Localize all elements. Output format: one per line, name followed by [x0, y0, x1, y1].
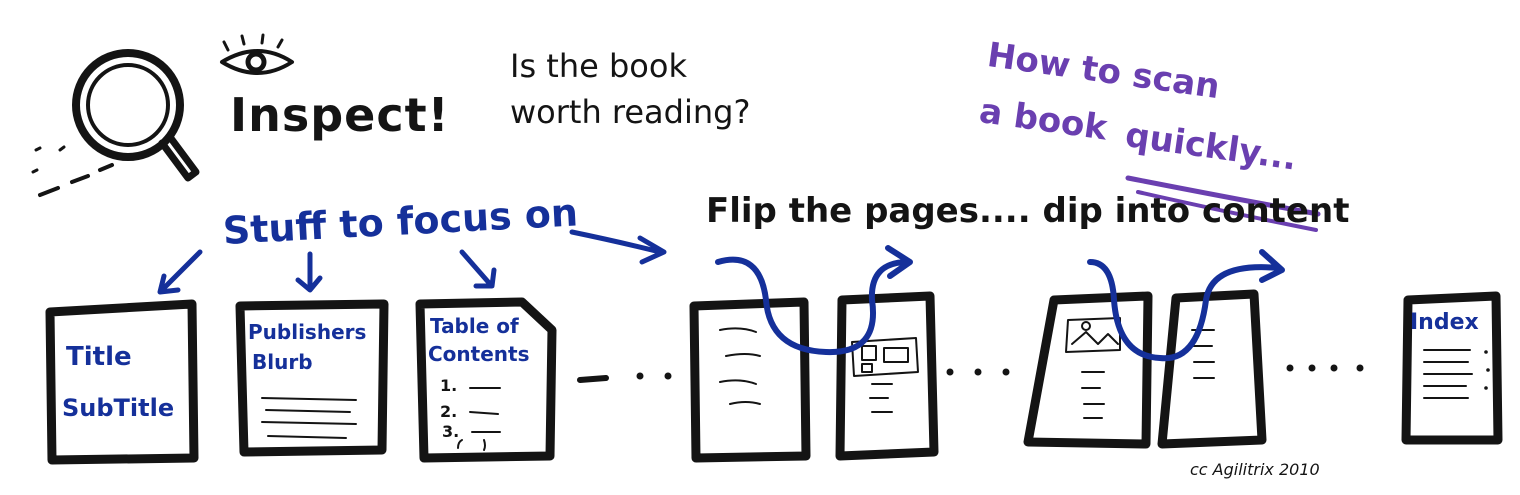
flip-label: Flip the pages.... dip into content: [706, 191, 1350, 231]
credit-text: cc Agilitrix 2010: [1190, 460, 1320, 479]
magnifying-glass-icon: [31, 49, 200, 197]
page-spread-1: [689, 291, 939, 463]
page-spread-2: [1023, 289, 1267, 449]
ellipsis-dots-3: [1286, 364, 1364, 372]
toc-item-3: 3.: [442, 422, 460, 441]
title-page-title: Title: [66, 342, 132, 372]
ellipsis-dots-1: [577, 372, 672, 383]
page-title: Inspect!: [230, 88, 450, 142]
title-page-subtitle: SubTitle: [62, 394, 175, 422]
toc-line-2: Contents: [428, 342, 530, 366]
index-label: Index: [1410, 310, 1479, 335]
title-page-card: [45, 299, 199, 465]
toc-item-2: 2.: [440, 402, 458, 421]
blurb-line-2: Blurb: [252, 350, 313, 374]
question-line-1: Is the book: [510, 47, 687, 85]
question-line-2: worth reading?: [510, 93, 751, 131]
toc-item-1: 1.: [440, 376, 458, 395]
ellipsis-dots-2: [946, 368, 1010, 376]
blurb-line-1: Publishers: [248, 320, 367, 344]
toc-line-1: Table of: [430, 314, 519, 338]
eye-icon: [220, 33, 294, 75]
